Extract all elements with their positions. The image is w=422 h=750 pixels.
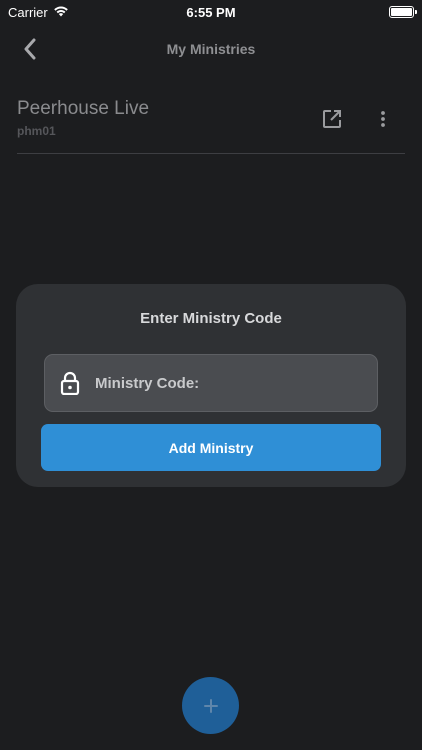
plus-icon — [203, 698, 218, 713]
status-bar: Carrier 6:55 PM — [0, 0, 422, 24]
ministry-name: Peerhouse Live — [17, 98, 150, 119]
back-button[interactable] — [18, 36, 42, 62]
wifi-icon — [53, 5, 69, 20]
carrier-label: Carrier — [8, 4, 48, 20]
battery-icon — [389, 6, 417, 18]
open-external-icon — [323, 110, 341, 128]
status-left: Carrier — [8, 5, 69, 20]
page-title: My Ministries — [166, 41, 256, 57]
header: My Ministries — [0, 24, 422, 74]
ministry-code-field[interactable] — [44, 354, 378, 412]
lock-icon — [60, 371, 80, 395]
ministry-code-input[interactable] — [95, 374, 335, 392]
ministry-list-item[interactable]: Peerhouse Live phm01 — [17, 90, 405, 154]
more-vertical-icon — [381, 111, 385, 127]
add-fab-button[interactable] — [182, 677, 239, 734]
add-ministry-button[interactable]: Add Ministry — [41, 424, 381, 471]
enter-code-dialog: Enter Ministry Code Add Ministry — [16, 284, 406, 487]
open-external-button[interactable] — [320, 107, 344, 131]
ministry-code: phm01 — [17, 124, 56, 138]
more-options-button[interactable] — [371, 107, 395, 131]
dialog-title: Enter Ministry Code — [140, 310, 282, 327]
chevron-left-icon — [24, 38, 36, 60]
